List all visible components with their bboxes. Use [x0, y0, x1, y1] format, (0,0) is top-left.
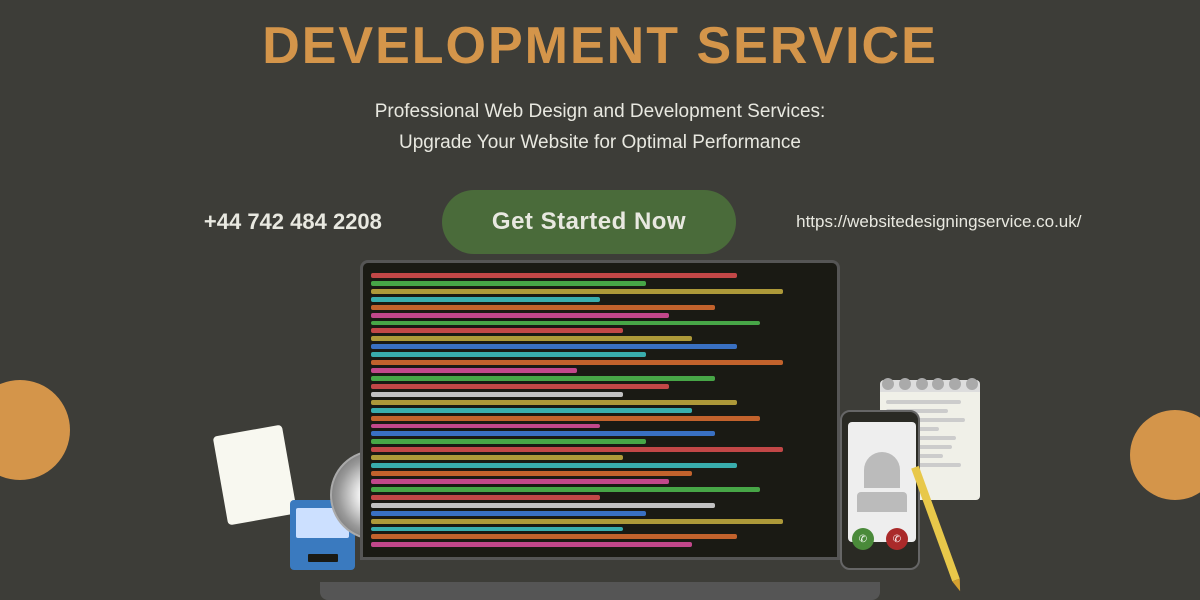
- cta-row: +44 742 484 2208 Get Started Now https:/…: [0, 190, 1200, 254]
- paper-decoration: [213, 425, 298, 526]
- phone-number: +44 742 484 2208: [204, 209, 382, 235]
- code-display: [363, 263, 837, 557]
- website-url: https://websitedesigningservice.co.uk/: [796, 209, 996, 235]
- notepad-rings: [880, 378, 980, 390]
- title-section: DEVELOPMENT SERVICE Professional Web Des…: [0, 0, 1200, 158]
- illustration-area: ✆ ✆: [0, 320, 1200, 600]
- call-decline-icon: ✆: [886, 528, 908, 550]
- background: DEVELOPMENT SERVICE Professional Web Des…: [0, 0, 1200, 600]
- get-started-button[interactable]: Get Started Now: [442, 190, 736, 254]
- phone-avatar-body: [857, 492, 907, 512]
- subtitle: Professional Web Design and Development …: [0, 97, 1200, 158]
- pencil-tip: [952, 579, 964, 593]
- phone-icon: ✆ ✆: [840, 410, 920, 570]
- laptop-base: [320, 582, 880, 600]
- main-title: DEVELOPMENT SERVICE: [0, 18, 1200, 75]
- call-accept-icon: ✆: [852, 528, 874, 550]
- phone-avatar: [864, 452, 900, 488]
- laptop-screen: [360, 260, 840, 560]
- phone-screen: [848, 422, 916, 542]
